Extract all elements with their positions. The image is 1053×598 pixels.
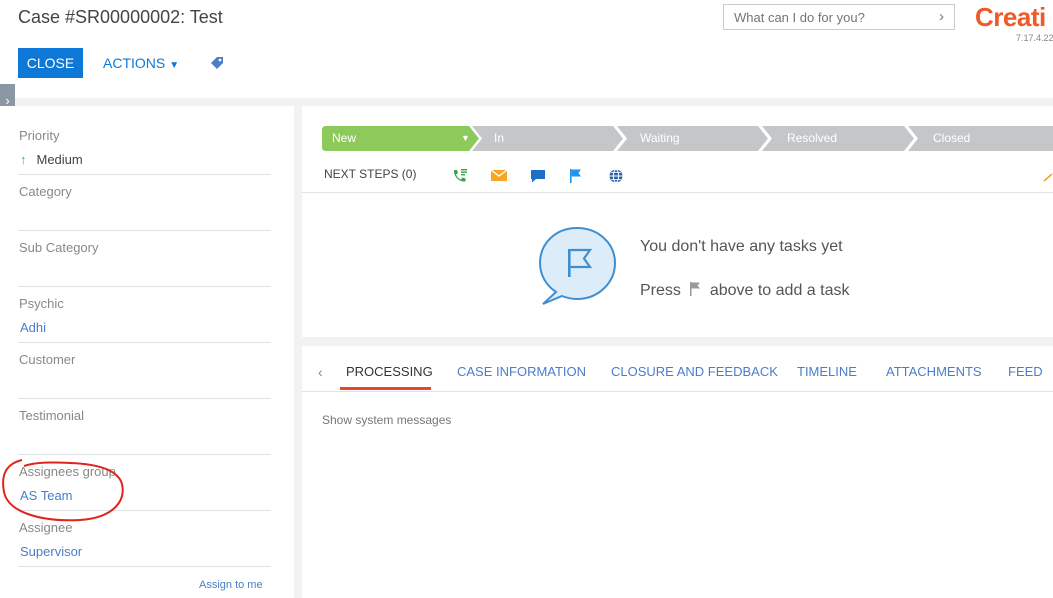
tab-closure-and-feedback[interactable]: CLOSURE AND FEEDBACK xyxy=(611,364,778,379)
red-circle-annotation xyxy=(2,459,124,522)
logo: Creati xyxy=(975,2,1046,32)
category-label: Category xyxy=(19,184,72,199)
testimonial-label: Testimonial xyxy=(19,408,85,423)
field-customer[interactable]: Customer xyxy=(18,352,271,399)
next-steps-divider xyxy=(302,192,1053,193)
stage-resolved[interactable]: Resolved xyxy=(787,126,837,151)
tag-icon[interactable] xyxy=(209,55,225,76)
priority-value-text: Medium xyxy=(36,152,83,167)
priority-label: Priority xyxy=(19,128,60,143)
chat-icon[interactable] xyxy=(530,168,546,189)
field-testimonial[interactable]: Testimonial xyxy=(18,408,271,455)
close-button[interactable]: CLOSE xyxy=(18,48,83,78)
field-priority[interactable]: Priority ↑ Medium xyxy=(18,128,271,175)
flag-icon[interactable] xyxy=(569,168,583,189)
empty-tasks-flag-icon xyxy=(538,226,618,311)
show-system-messages-link[interactable]: Show system messages xyxy=(322,413,451,427)
tab-case-information[interactable]: CASE INFORMATION xyxy=(457,364,586,379)
stage-dropdown-icon[interactable]: ▼ xyxy=(461,126,470,151)
phone-icon[interactable] xyxy=(451,168,469,189)
chevron-right-icon[interactable]: › xyxy=(939,8,944,25)
small-flag-icon xyxy=(685,282,705,299)
command-search[interactable]: › xyxy=(723,4,955,30)
chevron-left-icon[interactable]: ‹ xyxy=(318,364,323,380)
actions-label: ACTIONS xyxy=(103,55,166,71)
stage-resolved-shape xyxy=(762,126,914,151)
stage-closed-shape xyxy=(908,126,1053,151)
tab-processing[interactable]: PROCESSING xyxy=(346,364,433,379)
field-sub-category[interactable]: Sub Category xyxy=(18,240,271,287)
sub-category-label: Sub Category xyxy=(19,240,99,255)
stage-waiting-for-response[interactable]: Waiting for response xyxy=(640,126,689,195)
assignee-value[interactable]: Supervisor xyxy=(20,544,82,559)
customer-label: Customer xyxy=(19,352,76,367)
assign-to-me-link[interactable]: Assign to me xyxy=(199,579,263,591)
empty-sub-after: above to add a task xyxy=(709,282,850,299)
actions-button[interactable]: ACTIONS ▼ xyxy=(103,55,179,71)
caret-down-icon: ▼ xyxy=(169,60,180,71)
next-steps-label: NEXT STEPS (0) xyxy=(324,167,417,181)
field-psychic[interactable]: Psychic Adhi xyxy=(18,296,271,343)
psychic-label: Psychic xyxy=(19,296,64,311)
empty-sub-before: Press xyxy=(640,282,681,299)
tab-attachments[interactable]: ATTACHMENTS xyxy=(886,364,982,379)
globe-icon[interactable] xyxy=(608,168,624,189)
psychic-value[interactable]: Adhi xyxy=(20,320,46,335)
version-label: 7.17.4.22 xyxy=(1016,33,1053,43)
search-input[interactable] xyxy=(724,5,939,29)
active-tab-indicator xyxy=(340,387,431,390)
stage-closed[interactable]: Closed xyxy=(933,126,970,151)
priority-value[interactable]: ↑ Medium xyxy=(20,152,83,167)
field-category[interactable]: Category xyxy=(18,184,271,231)
tab-feed[interactable]: FEED xyxy=(1008,364,1043,379)
tab-timeline[interactable]: TIMELINE xyxy=(797,364,857,379)
stage-new[interactable]: New xyxy=(332,126,356,151)
stage-in-progress[interactable]: In progress xyxy=(494,126,541,170)
empty-tasks-title: You don't have any tasks yet xyxy=(640,238,843,255)
empty-tasks-subtitle: Press above to add a task xyxy=(640,282,849,300)
arrow-up-icon: ↑ xyxy=(20,152,27,167)
chevron-up-icon[interactable] xyxy=(1043,170,1053,188)
email-icon[interactable] xyxy=(490,168,508,187)
page-title: Case #SR00000002: Test xyxy=(18,7,223,27)
